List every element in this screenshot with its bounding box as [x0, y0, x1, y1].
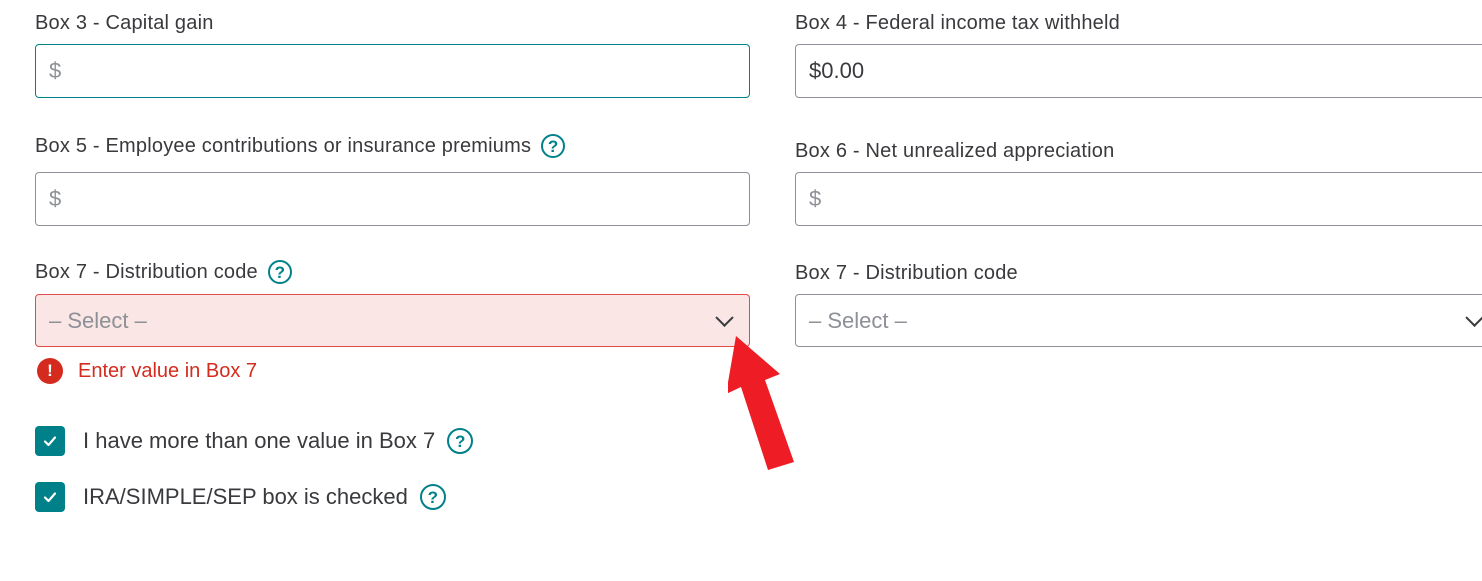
multiple-values-label: I have more than one value in Box 7 [83, 428, 436, 453]
error-icon: ! [37, 358, 63, 384]
box7-right-label: Box 7 - Distribution code [795, 260, 1018, 286]
help-icon[interactable]: ? [419, 484, 446, 510]
box3-label-text: Box 3 - Capital gain [35, 11, 214, 34]
box7-right-distribution-code-select[interactable]: – Select – [795, 294, 1482, 347]
box7-label-text: Box 7 - Distribution code [35, 260, 258, 283]
box7-select-placeholder: – Select – [49, 307, 147, 333]
box7-label: Box 7 - Distribution code ? [35, 258, 292, 286]
checkbox-row-multiple-values[interactable]: I have more than one value in Box 7 ? [35, 425, 474, 457]
multiple-values-checkbox[interactable] [35, 426, 65, 456]
box5-employee-contributions-input[interactable]: $ [35, 172, 750, 226]
box6-label: Box 6 - Net unrealized appreciation [795, 138, 1114, 164]
ira-simple-sep-checkbox[interactable] [35, 482, 65, 512]
box7-right-label-text: Box 7 - Distribution code [795, 261, 1018, 284]
box7-distribution-code-select[interactable]: – Select – [35, 294, 750, 347]
box6-label-text: Box 6 - Net unrealized appreciation [795, 139, 1115, 162]
red-arrow-annotation-icon [728, 336, 794, 470]
box7-error-text: Enter value in Box 7 [78, 359, 257, 382]
help-icon[interactable]: ? [541, 134, 566, 158]
box6-placeholder: $ [809, 186, 822, 211]
box7-error-message: ! Enter value in Box 7 [37, 357, 257, 385]
box3-label: Box 3 - Capital gain [35, 10, 214, 36]
checkmark-icon [43, 436, 57, 447]
box3-placeholder: $ [49, 58, 62, 83]
box5-label-text: Box 5 - Employee contributions or insura… [35, 134, 532, 157]
box4-label-text: Box 4 - Federal income tax withheld [795, 11, 1120, 34]
help-icon[interactable]: ? [267, 260, 292, 284]
box6-net-unrealized-appreciation-input[interactable]: $ [795, 172, 1482, 226]
help-icon[interactable]: ? [447, 428, 474, 454]
box3-capital-gain-input[interactable]: $ [35, 44, 750, 98]
checkmark-icon [43, 492, 57, 503]
box7-right-select-placeholder: – Select – [809, 307, 907, 333]
checkbox-row-ira-simple-sep[interactable]: IRA/SIMPLE/SEP box is checked ? [35, 481, 446, 513]
box4-federal-tax-withheld-input[interactable]: $0.00 [795, 44, 1482, 98]
ira-simple-sep-label: IRA/SIMPLE/SEP box is checked [83, 484, 408, 509]
chevron-down-icon [715, 308, 734, 327]
box5-placeholder: $ [49, 186, 62, 211]
box4-label: Box 4 - Federal income tax withheld [795, 10, 1120, 36]
box5-label: Box 5 - Employee contributions or insura… [35, 132, 566, 160]
chevron-down-icon [1465, 308, 1482, 327]
box4-value: $0.00 [809, 58, 865, 83]
